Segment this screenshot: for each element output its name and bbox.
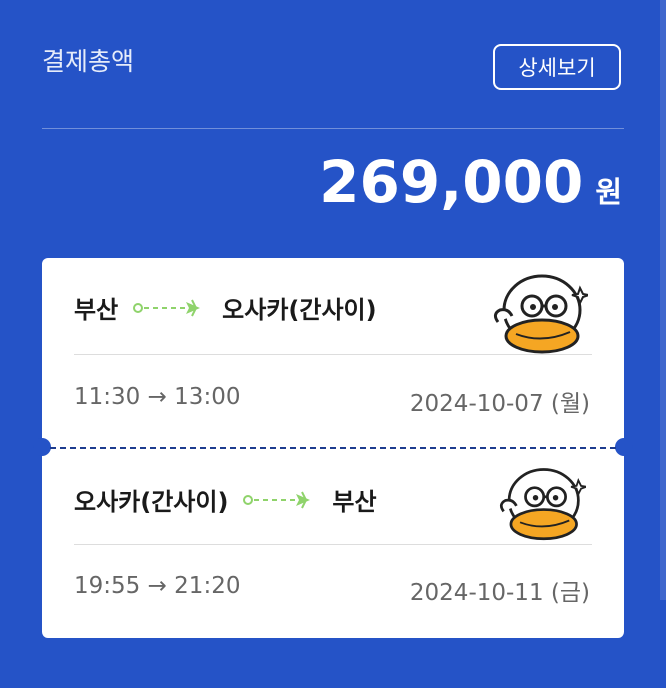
scrollbar[interactable] [660,0,666,600]
amount-value: 269,000 [319,148,584,216]
return-route: 오사카(간사이) 부산 [74,482,377,517]
currency-unit: 원 [595,175,622,209]
outbound-divider [74,354,592,355]
return-time: 19:55 → 21:20 [74,573,241,599]
duck-mascot-icon [493,274,588,354]
ticket-notch-right [615,438,633,456]
payment-total-label: 결제총액 [42,47,135,76]
return-divider [74,544,592,545]
ticket-separator [50,447,616,449]
ticket-notch-left [33,438,51,456]
flight-path-icon [133,299,201,316]
return-destination: 부산 [332,488,377,516]
outbound-origin: 부산 [74,296,119,324]
outbound-route: 부산 오사카(간사이) [74,290,377,325]
detail-view-button[interactable]: 상세보기 [493,44,621,90]
duck-mascot-icon [499,468,586,541]
flight-path-icon [243,491,311,508]
total-amount: 269,000 원 [319,148,622,216]
return-date: 2024-10-11 (금) [409,580,590,606]
return-origin: 오사카(간사이) [74,488,229,516]
itinerary-card: 부산 오사카(간사이) 11:30 → 13:00 2024-10-07 (월)… [33,258,633,638]
outbound-time: 11:30 → 13:00 [74,384,241,410]
header-divider [42,128,624,129]
outbound-date: 2024-10-07 (월) [409,391,590,417]
outbound-destination: 오사카(간사이) [222,296,377,324]
